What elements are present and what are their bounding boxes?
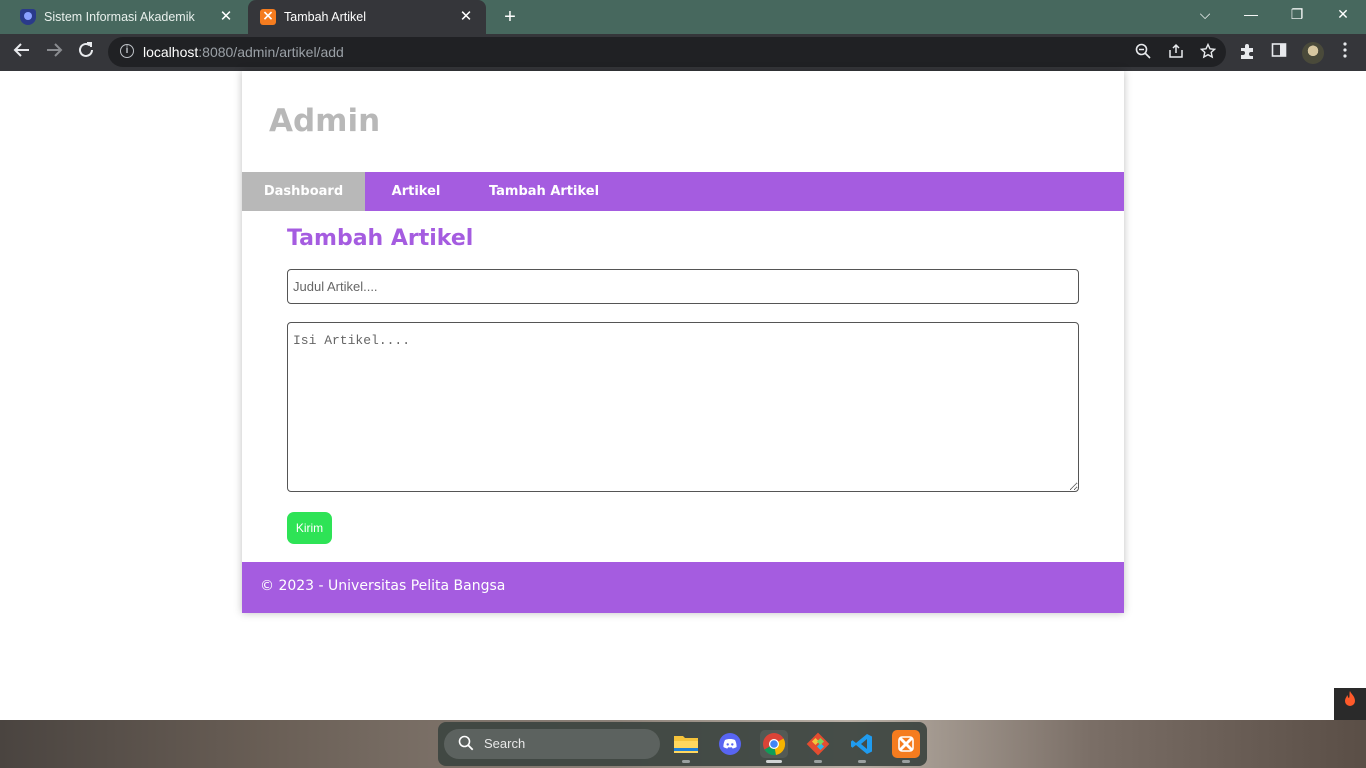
url-path: :8080/admin/artikel/add: [198, 44, 344, 60]
vscode-icon[interactable]: [848, 730, 876, 763]
site-info-icon[interactable]: i: [120, 44, 134, 58]
taskbar-search[interactable]: Search: [444, 729, 660, 759]
new-tab-button[interactable]: +: [500, 6, 520, 28]
arrow-right-icon: [47, 43, 63, 57]
menu-icon[interactable]: [1335, 42, 1355, 62]
tab-title: Sistem Informasi Akademik: [44, 10, 195, 24]
taskbar: Search: [438, 722, 927, 766]
file-explorer-icon[interactable]: [672, 730, 700, 763]
tab-title: Tambah Artikel: [284, 10, 366, 24]
search-icon: [458, 735, 474, 751]
url-text[interactable]: localhost:8080/admin/artikel/add: [143, 44, 344, 60]
address-bar[interactable]: i localhost:8080/admin/artikel/add: [108, 37, 1226, 67]
site-header: Admin: [242, 71, 1124, 172]
git-icon[interactable]: [804, 730, 832, 763]
side-panel-icon[interactable]: [1269, 42, 1289, 62]
arrow-left-icon: [13, 43, 29, 57]
tab-search-icon[interactable]: ⌵: [1193, 4, 1217, 24]
browser-tab-bar: Sistem Informasi Akademik ✕ Tambah Artik…: [0, 0, 1366, 34]
site-title: Admin: [269, 103, 381, 139]
nav-artikel[interactable]: Artikel: [365, 172, 467, 211]
xampp-icon: [260, 7, 276, 25]
extensions-icon[interactable]: [1237, 42, 1257, 62]
nav-tambah-artikel[interactable]: Tambah Artikel: [467, 172, 621, 211]
close-tab-icon[interactable]: ✕: [458, 8, 474, 26]
xampp-taskbar-icon[interactable]: [892, 730, 920, 763]
footer-text: © 2023 - Universitas Pelita Bangsa: [260, 578, 506, 594]
nav-dashboard[interactable]: Dashboard: [242, 172, 365, 211]
zoom-icon[interactable]: [1134, 43, 1152, 61]
judul-input[interactable]: [287, 269, 1079, 304]
close-tab-icon[interactable]: ✕: [218, 8, 234, 26]
restore-button[interactable]: ❐: [1285, 4, 1309, 24]
url-host: localhost: [143, 44, 199, 60]
profile-avatar[interactable]: [1302, 42, 1324, 64]
search-label: Search: [484, 736, 526, 751]
isi-textarea[interactable]: [287, 322, 1079, 492]
site-footer: © 2023 - Universitas Pelita Bangsa: [242, 562, 1124, 613]
forward-button[interactable]: [42, 41, 66, 65]
chrome-icon[interactable]: [760, 730, 788, 763]
reload-button[interactable]: [74, 41, 98, 65]
tab-sistem-informasi-akademik[interactable]: Sistem Informasi Akademik ✕: [8, 0, 246, 34]
browser-toolbar: i localhost:8080/admin/artikel/add: [0, 34, 1366, 71]
university-icon: [20, 9, 36, 25]
minimize-button[interactable]: —: [1239, 4, 1263, 24]
main-nav: Dashboard Artikel Tambah Artikel: [242, 172, 1124, 211]
bookmark-star-icon[interactable]: [1199, 42, 1217, 61]
reload-icon: [79, 42, 93, 57]
codeigniter-debug-toolbar-icon[interactable]: [1334, 688, 1366, 720]
tab-tambah-artikel[interactable]: Tambah Artikel ✕: [248, 0, 486, 34]
page-container: Admin Dashboard Artikel Tambah Artikel T…: [242, 71, 1124, 613]
kirim-button[interactable]: Kirim: [287, 512, 332, 544]
share-icon[interactable]: [1167, 43, 1185, 61]
close-window-button[interactable]: ✕: [1331, 4, 1355, 24]
back-button[interactable]: [10, 41, 34, 65]
form-title: Tambah Artikel: [287, 226, 474, 251]
discord-icon[interactable]: [716, 730, 744, 758]
